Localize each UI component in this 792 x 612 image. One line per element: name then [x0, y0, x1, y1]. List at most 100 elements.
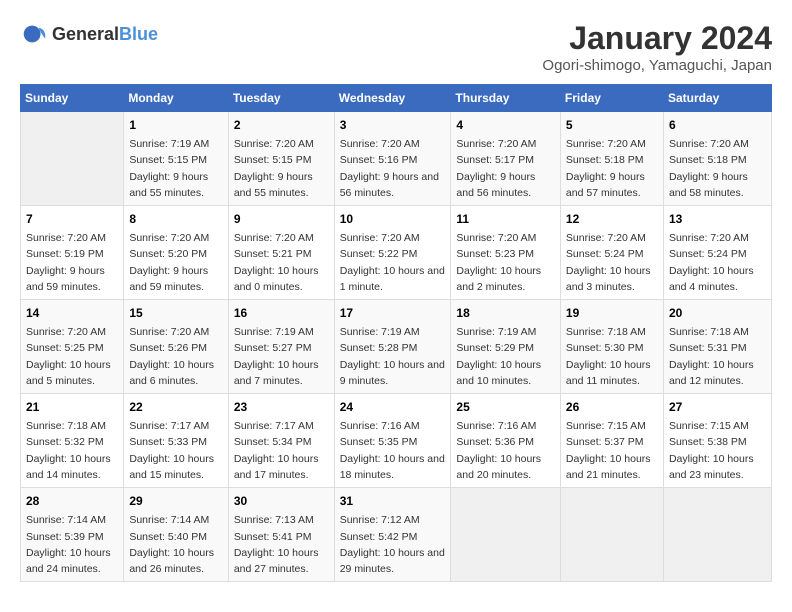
day-number: 8 — [129, 210, 222, 228]
day-number: 7 — [26, 210, 118, 228]
calendar-cell: 25Sunrise: 7:16 AMSunset: 5:36 PMDayligh… — [451, 394, 561, 488]
day-info: Sunrise: 7:15 AMSunset: 5:38 PMDaylight:… — [669, 418, 766, 483]
day-number: 21 — [26, 398, 118, 416]
day-info-line: Sunset: 5:19 PM — [26, 246, 118, 262]
day-info-line: Sunset: 5:23 PM — [456, 246, 555, 262]
day-info-line: Sunrise: 7:17 AM — [234, 418, 329, 434]
day-info-line: Sunset: 5:15 PM — [234, 152, 329, 168]
day-number: 17 — [340, 304, 446, 322]
calendar-cell: 28Sunrise: 7:14 AMSunset: 5:39 PMDayligh… — [21, 488, 124, 582]
day-info: Sunrise: 7:16 AMSunset: 5:35 PMDaylight:… — [340, 418, 446, 483]
calendar-cell: 24 Sunrise: 7:16 AMSunset: 5:35 PMDayligh… — [334, 394, 451, 488]
day-info-line: Sunrise: 7:19 AM — [340, 324, 446, 340]
day-info: Sunrise: 7:20 AMSunset: 5:18 PMDaylight:… — [566, 136, 658, 201]
calendar-cell: 3Sunrise: 7:20 AMSunset: 5:16 PMDaylight… — [334, 112, 451, 206]
day-info-line: Sunrise: 7:14 AM — [129, 512, 222, 528]
day-info: Sunrise: 7:19 AMSunset: 5:15 PMDaylight:… — [129, 136, 222, 201]
day-info-line: Sunrise: 7:20 AM — [129, 324, 222, 340]
logo: GeneralBlue — [20, 20, 158, 48]
day-header-saturday: Saturday — [663, 85, 771, 112]
day-info-line: Daylight: 9 hours and 59 minutes. — [129, 263, 222, 296]
day-info-line: Daylight: 9 hours and 55 minutes. — [129, 169, 222, 202]
day-info-line: Daylight: 9 hours and 56 minutes. — [456, 169, 555, 202]
day-number: 23 — [234, 398, 329, 416]
day-header-wednesday: Wednesday — [334, 85, 451, 112]
calendar-cell — [663, 488, 771, 582]
day-info: Sunrise: 7:17 AMSunset: 5:34 PMDaylight:… — [234, 418, 329, 483]
day-info-line: Sunset: 5:18 PM — [669, 152, 766, 168]
calendar-cell: 29Sunrise: 7:14 AMSunset: 5:40 PMDayligh… — [124, 488, 228, 582]
day-info: Sunrise: 7:20 AMSunset: 5:24 PMDaylight:… — [669, 230, 766, 295]
day-info-line: Daylight: 10 hours and 21 minutes. — [566, 451, 658, 484]
day-info-line: Sunset: 5:30 PM — [566, 340, 658, 356]
day-info-line: Sunrise: 7:20 AM — [234, 136, 329, 152]
day-info-line: Sunset: 5:21 PM — [234, 246, 329, 262]
day-info-line: Daylight: 10 hours and 0 minutes. — [234, 263, 329, 296]
day-info-line: Sunrise: 7:16 AM — [340, 418, 446, 434]
day-info-line: Sunrise: 7:19 AM — [456, 324, 555, 340]
calendar-week-5: 28Sunrise: 7:14 AMSunset: 5:39 PMDayligh… — [21, 488, 772, 582]
page-header: GeneralBlue January 2024 Ogori-shimogo, … — [20, 20, 772, 74]
day-info-line: Sunset: 5:24 PM — [669, 246, 766, 262]
day-info: Sunrise: 7:20 AMSunset: 5:24 PMDaylight:… — [566, 230, 658, 295]
logo-general: General — [52, 24, 119, 44]
day-number: 25 — [456, 398, 555, 416]
title-block: January 2024 Ogori-shimogo, Yamaguchi, J… — [542, 20, 772, 74]
day-number: 19 — [566, 304, 658, 322]
day-info: Sunrise: 7:18 AMSunset: 5:30 PMDaylight:… — [566, 324, 658, 389]
day-info-line: Sunset: 5:39 PM — [26, 529, 118, 545]
day-info: Sunrise: 7:20 AMSunset: 5:15 PMDaylight:… — [234, 136, 329, 201]
day-header-friday: Friday — [560, 85, 663, 112]
day-number: 31 — [340, 492, 446, 510]
day-info: Sunrise: 7:20 AMSunset: 5:18 PMDaylight:… — [669, 136, 766, 201]
day-number: 29 — [129, 492, 222, 510]
day-info-line: Sunrise: 7:20 AM — [26, 324, 118, 340]
day-number: 12 — [566, 210, 658, 228]
day-number: 6 — [669, 116, 766, 134]
day-info-line: Sunrise: 7:18 AM — [669, 324, 766, 340]
day-info: Sunrise: 7:18 AMSunset: 5:32 PMDaylight:… — [26, 418, 118, 483]
logo-blue: Blue — [119, 24, 158, 44]
day-info-line: Sunset: 5:29 PM — [456, 340, 555, 356]
day-info-line: Sunset: 5:32 PM — [26, 434, 118, 450]
day-info-line: Sunset: 5:37 PM — [566, 434, 658, 450]
day-info-line: Sunrise: 7:12 AM — [340, 512, 446, 528]
day-number: 13 — [669, 210, 766, 228]
logo-text: GeneralBlue — [52, 24, 158, 45]
day-info-line: Daylight: 10 hours and 9 minutes. — [340, 357, 446, 390]
day-info-line: Sunset: 5:17 PM — [456, 152, 555, 168]
day-number: 30 — [234, 492, 329, 510]
day-number: 26 — [566, 398, 658, 416]
day-info: Sunrise: 7:19 AMSunset: 5:28 PMDaylight:… — [340, 324, 446, 389]
day-info-line: Sunrise: 7:20 AM — [26, 230, 118, 246]
day-info-line: Daylight: 10 hours and 20 minutes. — [456, 451, 555, 484]
day-info: Sunrise: 7:18 AMSunset: 5:31 PMDaylight:… — [669, 324, 766, 389]
day-info: Sunrise: 7:19 AMSunset: 5:29 PMDaylight:… — [456, 324, 555, 389]
day-info-line: Sunrise: 7:18 AM — [26, 418, 118, 434]
calendar-subtitle: Ogori-shimogo, Yamaguchi, Japan — [542, 57, 772, 74]
day-info: Sunrise: 7:20 AMSunset: 5:19 PMDaylight:… — [26, 230, 118, 295]
day-info-line: Daylight: 10 hours and 23 minutes. — [669, 451, 766, 484]
day-info: Sunrise: 7:12 AMSunset: 5:42 PMDaylight:… — [340, 512, 446, 577]
day-number: 1 — [129, 116, 222, 134]
calendar-cell: 30 Sunrise: 7:13 AMSunset: 5:41 PMDayligh… — [228, 488, 334, 582]
day-info-line: Sunrise: 7:14 AM — [26, 512, 118, 528]
day-info-line: Daylight: 9 hours and 55 minutes. — [234, 169, 329, 202]
calendar-cell: 16Sunrise: 7:19 AMSunset: 5:27 PMDayligh… — [228, 300, 334, 394]
day-info-line: Sunrise: 7:20 AM — [669, 136, 766, 152]
day-info: Sunrise: 7:20 AMSunset: 5:25 PMDaylight:… — [26, 324, 118, 389]
calendar-cell: 18Sunrise: 7:19 AMSunset: 5:29 PMDayligh… — [451, 300, 561, 394]
day-info-line: Daylight: 10 hours and 27 minutes. — [234, 545, 329, 578]
day-number: 5 — [566, 116, 658, 134]
day-info-line: Sunset: 5:31 PM — [669, 340, 766, 356]
day-info-line: Sunset: 5:27 PM — [234, 340, 329, 356]
day-info-line: Sunrise: 7:19 AM — [129, 136, 222, 152]
calendar-cell — [451, 488, 561, 582]
day-info-line: Daylight: 10 hours and 3 minutes. — [566, 263, 658, 296]
day-number: 16 — [234, 304, 329, 322]
day-info-line: Sunrise: 7:13 AM — [234, 512, 329, 528]
day-number: 15 — [129, 304, 222, 322]
day-info: Sunrise: 7:13 AMSunset: 5:41 PMDaylight:… — [234, 512, 329, 577]
calendar-cell: 27Sunrise: 7:15 AMSunset: 5:38 PMDayligh… — [663, 394, 771, 488]
day-number: 24 — [340, 398, 446, 416]
